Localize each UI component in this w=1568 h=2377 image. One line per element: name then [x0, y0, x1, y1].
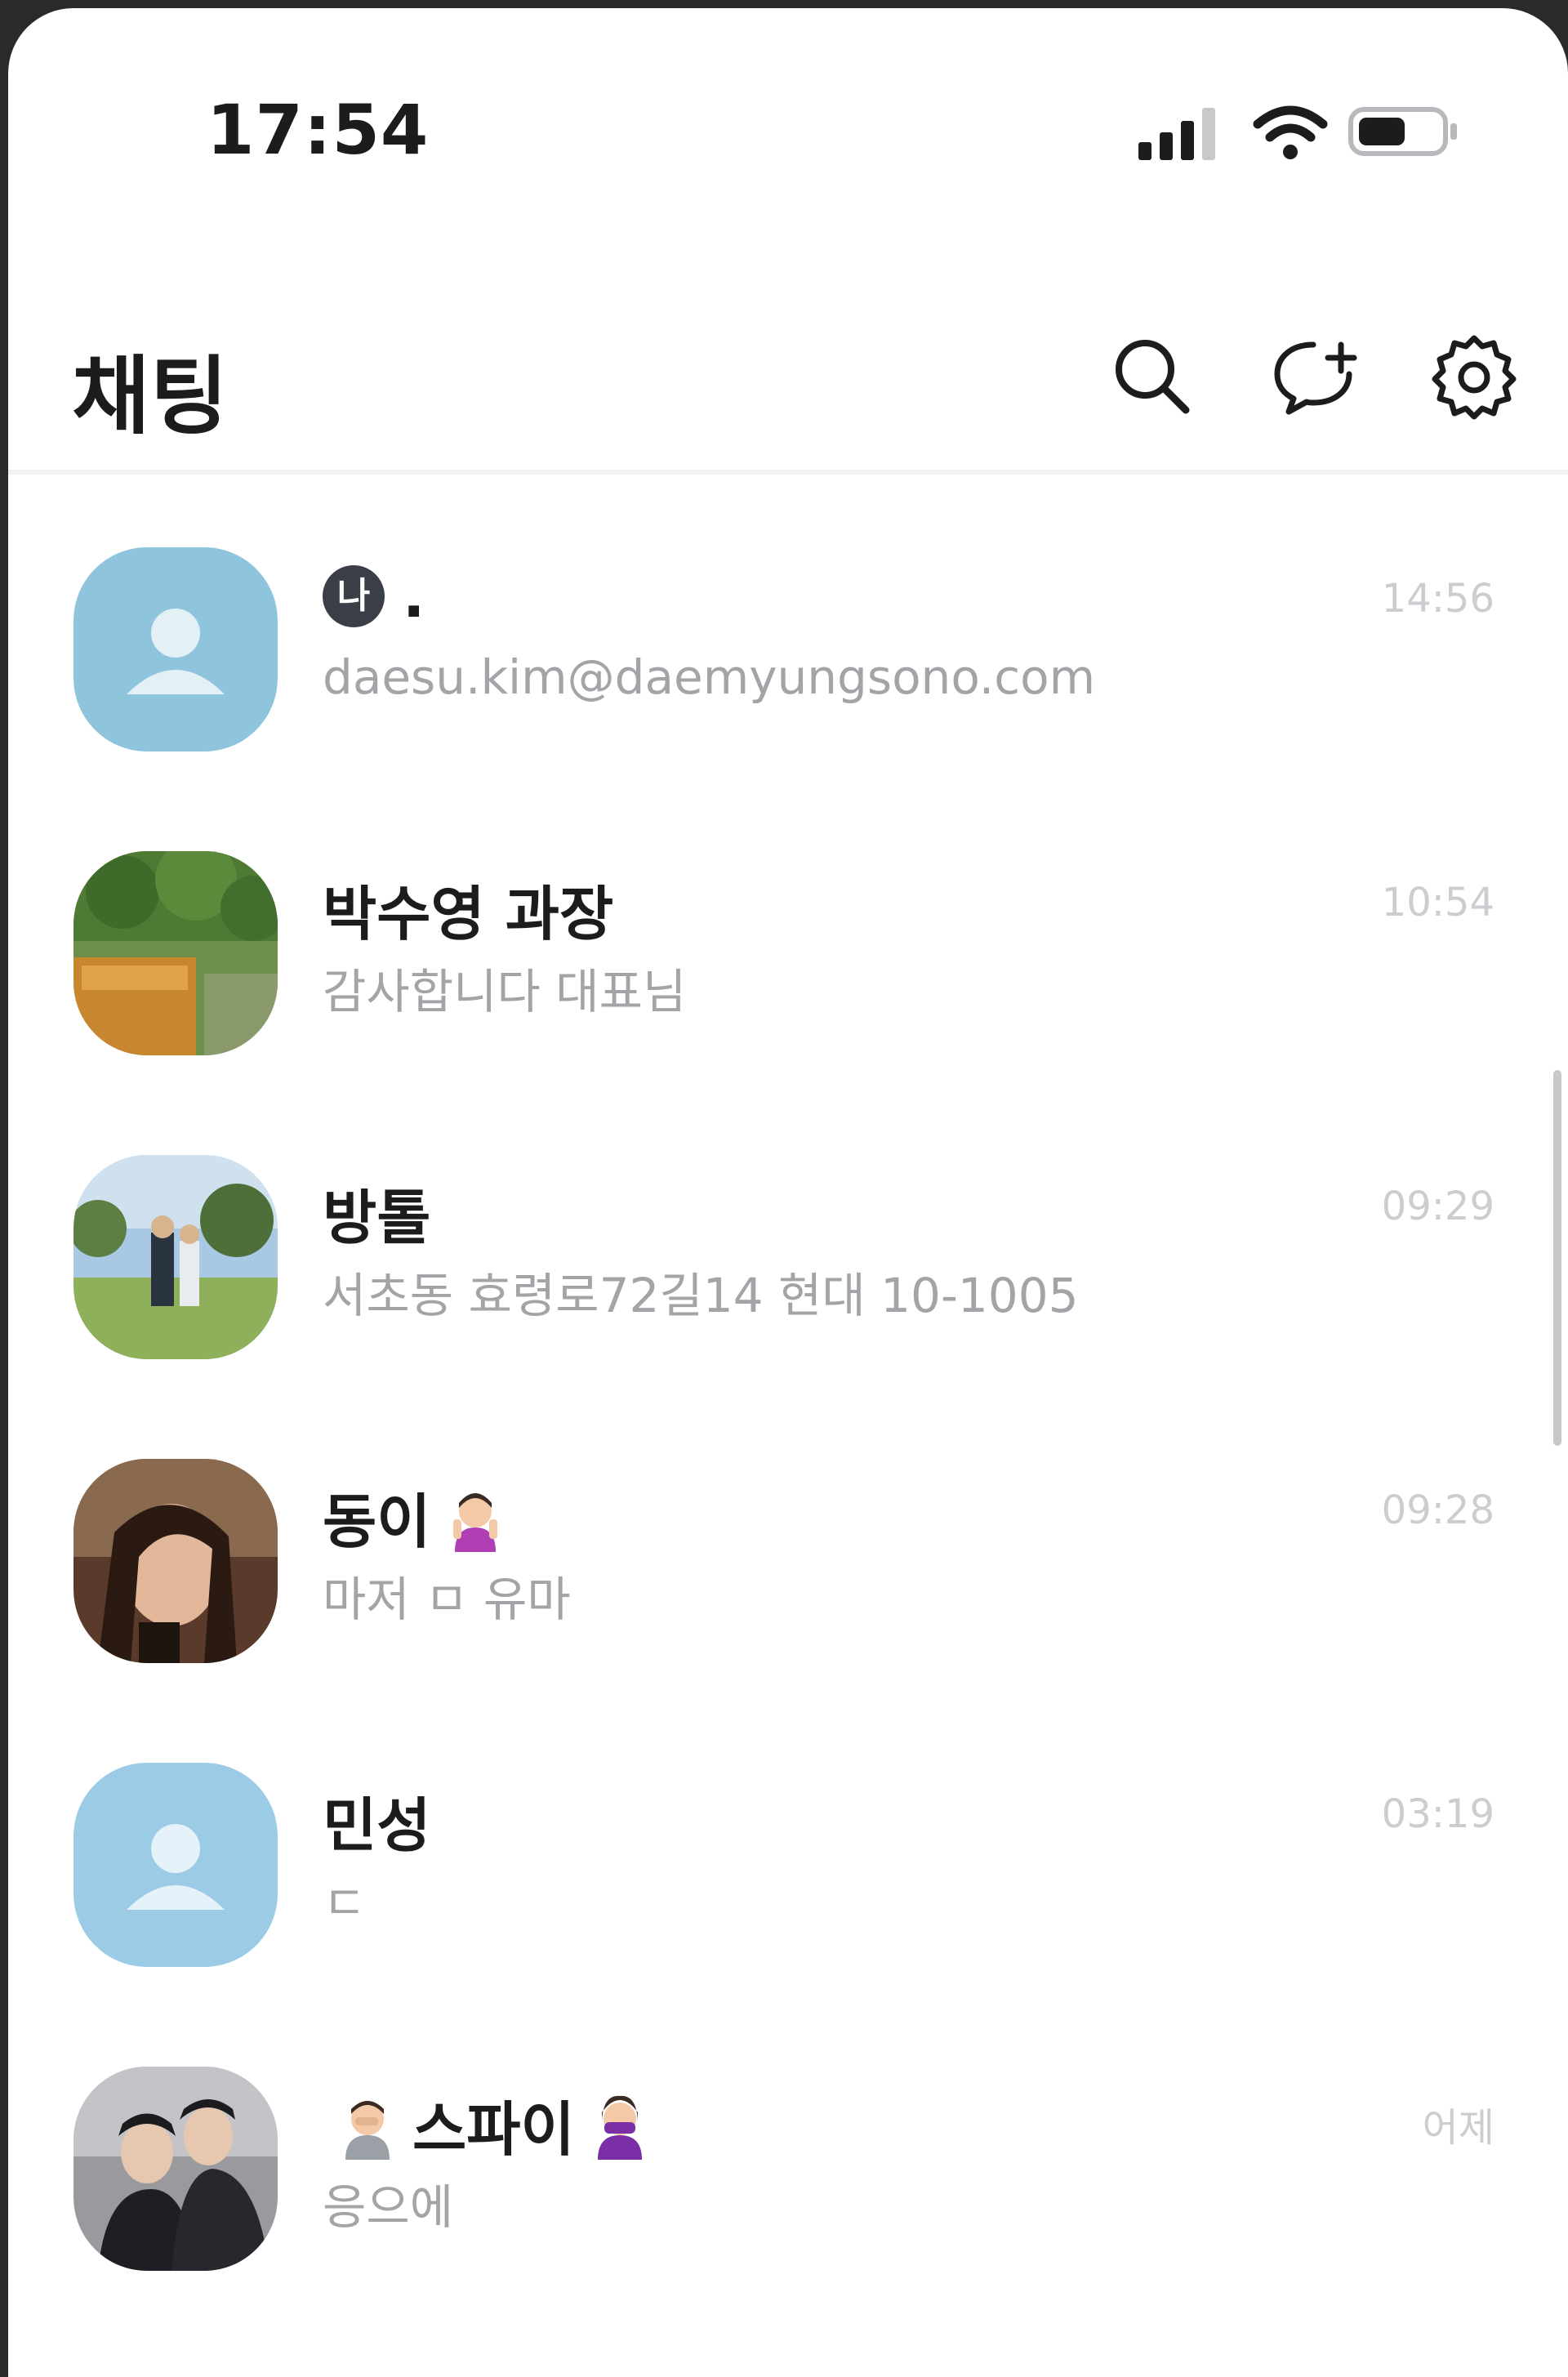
new-chat-icon: [1274, 341, 1357, 415]
chat-preview: 응으에: [323, 2179, 454, 2235]
chat-name: 스파이: [323, 2081, 665, 2167]
chat-name: 박수영 과장: [323, 880, 614, 948]
chat-name: 나 .: [323, 562, 425, 631]
avatar: [74, 1155, 278, 1359]
new-chat-button[interactable]: [1266, 327, 1364, 425]
wifi-icon: [1250, 100, 1331, 165]
search-button[interactable]: [1102, 327, 1200, 425]
chat-name: 민성: [323, 1791, 431, 1860]
chat-name-text: 동이: [323, 1487, 431, 1556]
man-facepalming-icon: [331, 2088, 404, 2161]
chat-header: 채팅: [8, 286, 1568, 466]
chat-name: 방톨: [323, 1184, 431, 1252]
chat-row[interactable]: 방톨 서초동 효령로72길14 현대 10-1005 09:29: [8, 1122, 1568, 1426]
battery-icon: [1348, 103, 1462, 160]
me-badge: 나: [323, 565, 385, 627]
status-icons: [1135, 100, 1478, 173]
chat-time: 09:28: [1381, 1487, 1494, 1533]
default-avatar: [74, 547, 278, 751]
chat-name: 동이: [323, 1474, 520, 1559]
chat-time: 09:29: [1381, 1184, 1494, 1229]
avatar: [74, 1459, 278, 1663]
chat-row[interactable]: 스파이 응으에 어제: [8, 2034, 1568, 2338]
avatar: [74, 851, 278, 1055]
chat-name-text: 스파이: [412, 2095, 575, 2164]
scrollbar[interactable]: [1553, 1070, 1561, 1446]
status-bar: 17:54: [8, 8, 1568, 253]
chat-row[interactable]: 민성 ㄷ 03:19: [8, 1730, 1568, 2034]
header-divider: [8, 470, 1568, 475]
gear-icon: [1432, 335, 1517, 420]
chat-list: 나 . daesu.kim@daemyungsono.com 14:56 박수영…: [8, 515, 1568, 2338]
settings-button[interactable]: [1425, 327, 1523, 425]
chat-preview: ㄷ: [323, 1875, 367, 1931]
chat-row[interactable]: 동이 마저 ㅁ 유마 09:28: [8, 1426, 1568, 1730]
chat-time: 어제: [1422, 2105, 1494, 2151]
woman-covering-face-icon: [583, 2088, 657, 2161]
chat-row-self[interactable]: 나 . daesu.kim@daemyungsono.com 14:56: [8, 515, 1568, 818]
chat-row[interactable]: 박수영 과장 감사합니다 대표님 10:54: [8, 818, 1568, 1122]
search-icon: [1116, 340, 1190, 414]
status-time: 17:54: [207, 90, 430, 170]
page-title: 채팅: [72, 346, 229, 446]
avatar: [74, 2067, 278, 2271]
chat-name-suffix: .: [403, 562, 425, 631]
cellular-signal-icon: [1135, 100, 1225, 165]
chat-time: 14:56: [1381, 576, 1494, 622]
chat-preview: 서초동 효령로72길14 현대 10-1005: [323, 1268, 1079, 1323]
default-avatar: [74, 1763, 278, 1967]
chat-preview: 마저 ㅁ 유마: [323, 1572, 571, 1627]
chat-time: 03:19: [1381, 1791, 1494, 1837]
chat-time: 10:54: [1381, 880, 1494, 925]
chat-preview: 감사합니다 대표님: [323, 964, 687, 1019]
chat-preview: daesu.kim@daemyungsono.com: [323, 649, 1096, 705]
phone-screen: 17:54 채팅 나 . daesu.kim@daemyungsono.com …: [8, 8, 1568, 2377]
woman-gesturing-icon: [439, 1480, 512, 1554]
